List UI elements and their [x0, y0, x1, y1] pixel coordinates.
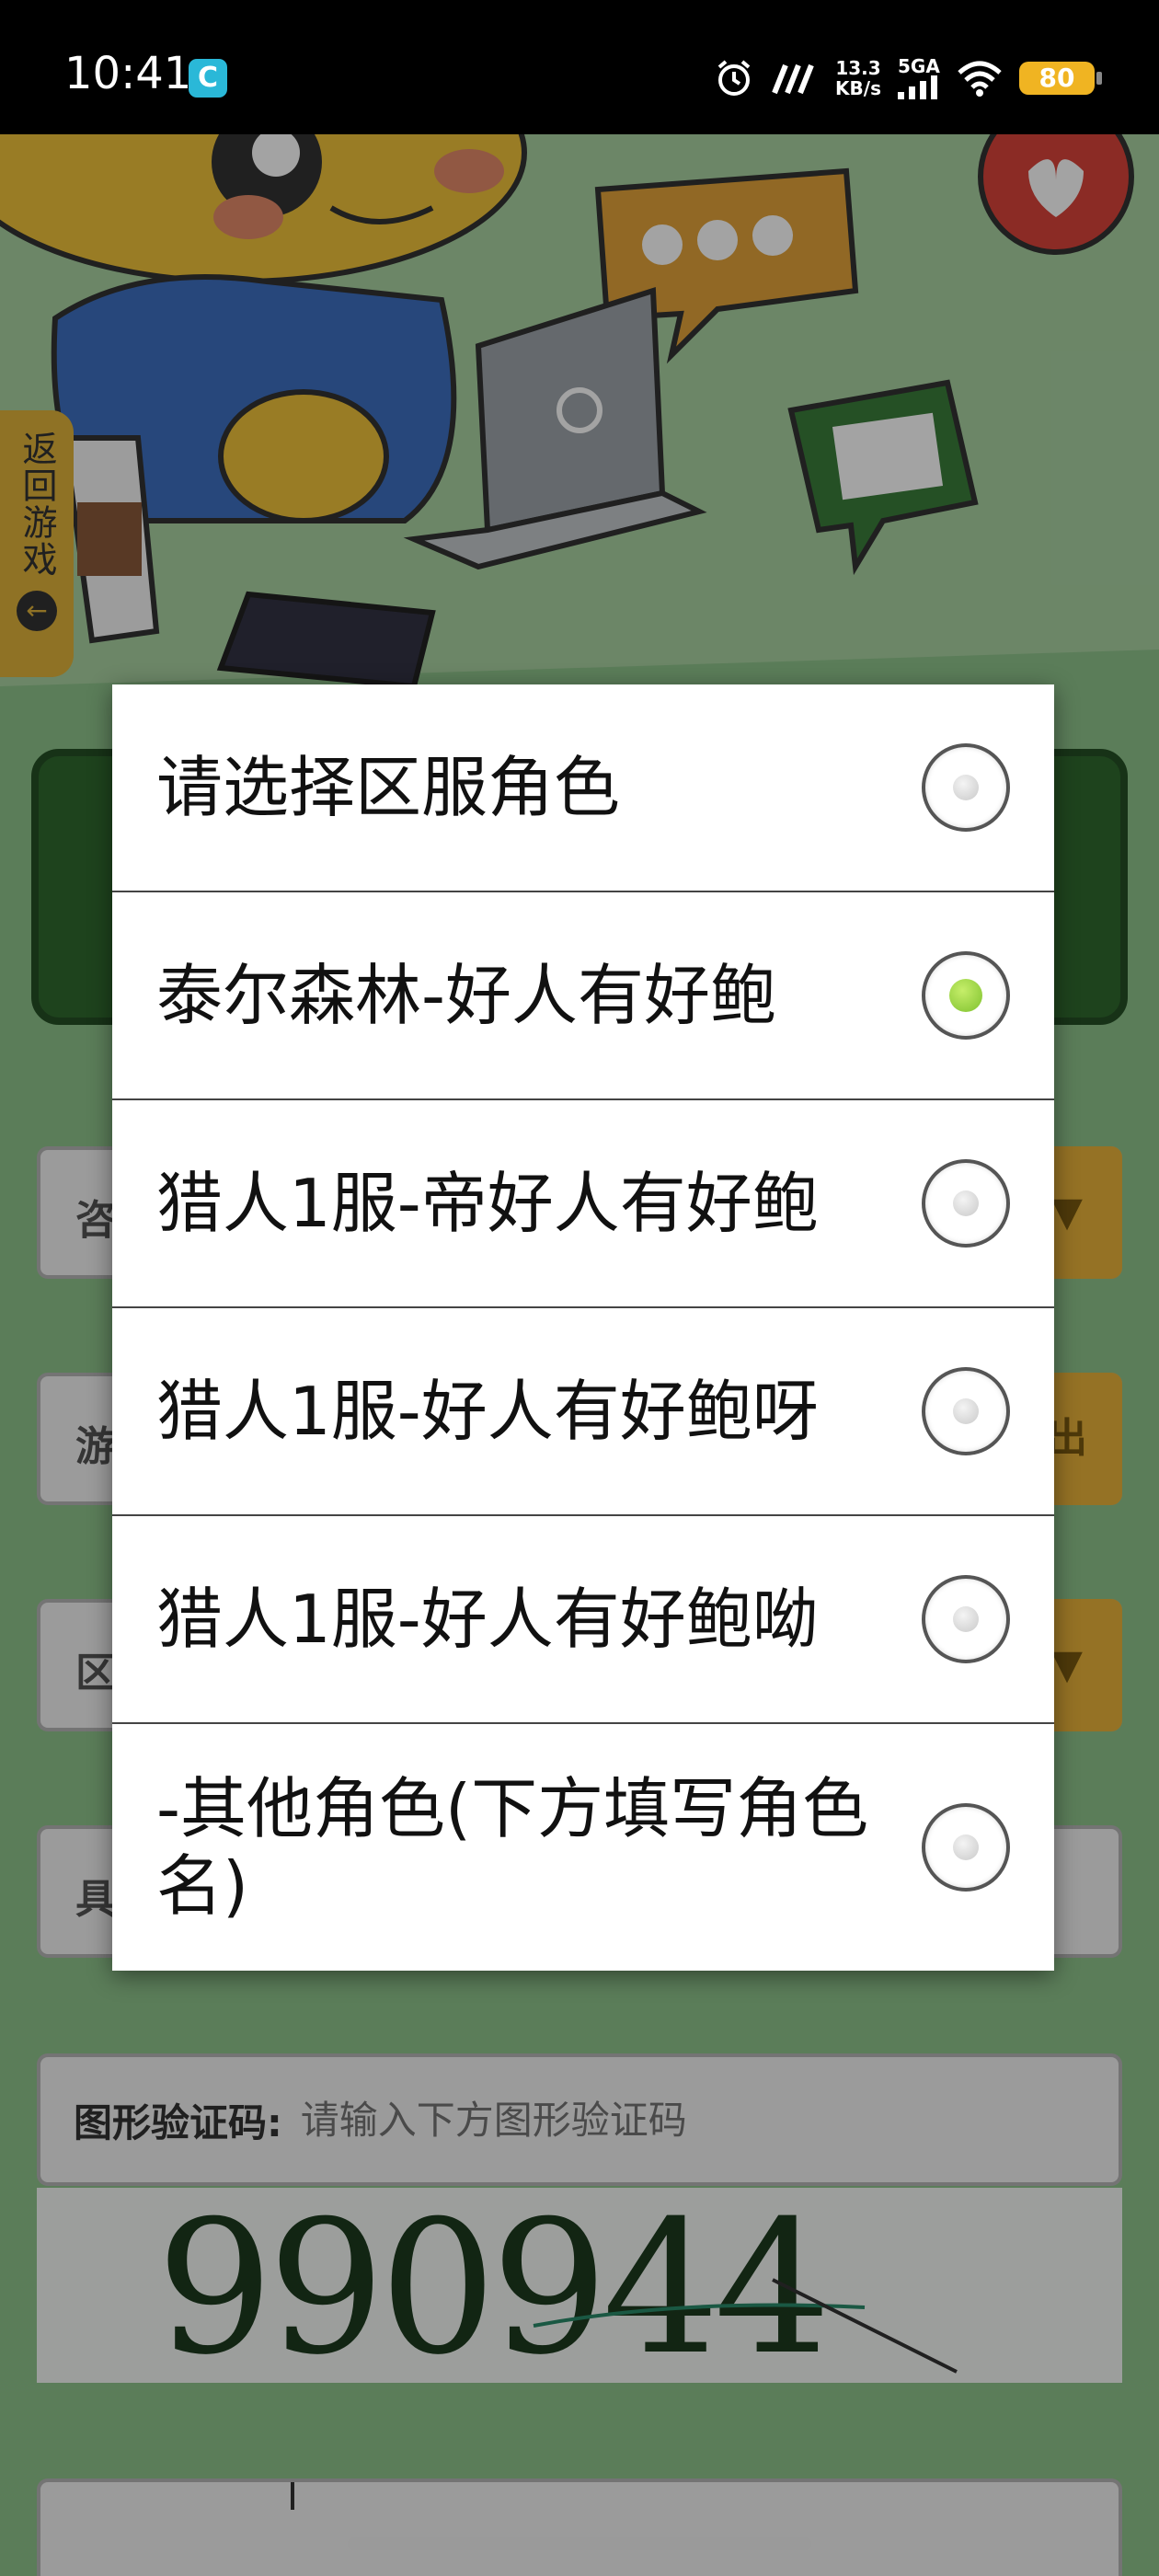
role-select-dialog: 请选择区服角色 泰尔森林-好人有好鲍 猎人1服-帝好人有好鲍 猎人1服-好人有好… — [112, 684, 1054, 1971]
status-bar: 10:41 C 13.3 KB/s 5GA 80 — [0, 0, 1159, 134]
wifi-icon — [958, 61, 1002, 97]
option-label: 泰尔森林-好人有好鲍 — [156, 957, 776, 1034]
radio-unchecked-icon[interactable] — [922, 1575, 1010, 1663]
radio-unchecked-icon[interactable] — [922, 1159, 1010, 1248]
option-label: 猎人1服-好人有好鲍呀 — [156, 1373, 819, 1450]
status-icons: 13.3 KB/s 5GA 80 — [714, 46, 1102, 110]
option-role-4[interactable]: 猎人1服-好人有好鲍呦 — [112, 1516, 1054, 1724]
option-label: 请选择区服角色 — [156, 749, 621, 826]
option-role-3[interactable]: 猎人1服-好人有好鲍呀 — [112, 1308, 1054, 1516]
option-label: 猎人1服-帝好人有好鲍 — [156, 1165, 819, 1242]
option-label: -其他角色(下方填写角色名) — [156, 1770, 869, 1925]
radio-unchecked-icon[interactable] — [922, 1803, 1010, 1892]
signal-bars-icon — [898, 75, 937, 99]
radio-unchecked-icon[interactable] — [922, 743, 1010, 832]
gesture-navigation-bar[interactable] — [348, 2537, 811, 2550]
battery-indicator: 80 — [1019, 62, 1102, 95]
radio-unchecked-icon[interactable] — [922, 1367, 1010, 1455]
network-activity-icon — [772, 63, 814, 95]
net-speed: 13.3 KB/s — [835, 57, 881, 99]
cellular-signal: 5GA — [898, 57, 940, 99]
status-time: 10:41 — [64, 48, 192, 99]
option-label: 猎人1服-好人有好鲍呦 — [156, 1581, 819, 1658]
option-select-role[interactable]: 请选择区服角色 — [112, 684, 1054, 892]
option-role-1[interactable]: 泰尔森林-好人有好鲍 — [112, 892, 1054, 1100]
app-notification-icon: C — [189, 59, 227, 98]
alarm-icon — [717, 60, 751, 96]
radio-checked-icon[interactable] — [922, 951, 1010, 1040]
option-other-role[interactable]: -其他角色(下方填写角色名) — [112, 1724, 1054, 1971]
option-role-2[interactable]: 猎人1服-帝好人有好鲍 — [112, 1100, 1054, 1308]
